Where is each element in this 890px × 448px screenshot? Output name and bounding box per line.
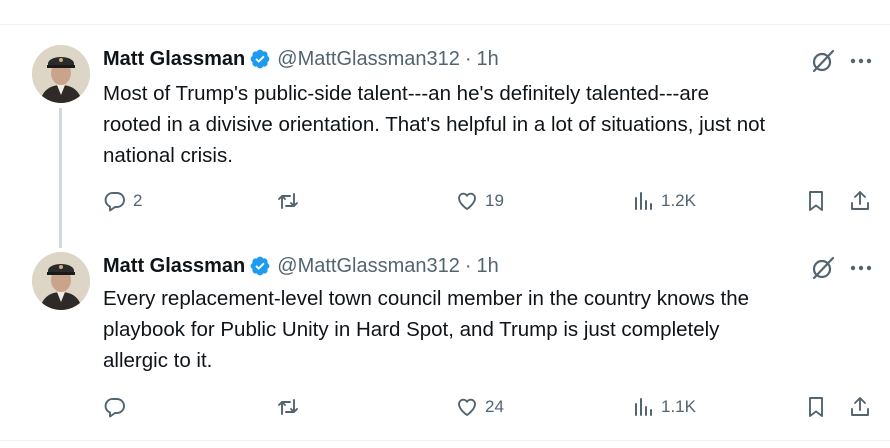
views-count: 1.2K	[661, 191, 696, 210]
verified-badge-icon	[250, 256, 270, 276]
share-button[interactable]	[848, 392, 872, 422]
views-button[interactable]: 1.2K	[631, 186, 696, 216]
bookmark-icon	[809, 191, 823, 211]
bottom-divider	[0, 440, 890, 441]
more-icon[interactable]	[848, 48, 874, 74]
author-name[interactable]: Matt Glassman	[103, 48, 245, 71]
retweet-button[interactable]	[276, 186, 306, 216]
avatar[interactable]	[32, 252, 90, 310]
like-count: 24	[485, 397, 504, 416]
timestamp[interactable]: 1h	[477, 255, 499, 278]
verified-badge-icon	[250, 49, 270, 69]
bookmark-button[interactable]	[804, 392, 828, 422]
separator-dot: ·	[464, 47, 472, 70]
more-icon[interactable]	[848, 255, 874, 281]
reply-icon	[104, 192, 125, 212]
retweet-icon	[278, 193, 298, 209]
views-icon	[635, 192, 652, 210]
reply-icon	[104, 398, 125, 418]
author-handle[interactable]: @MattGlassman312	[277, 48, 460, 71]
share-icon	[851, 397, 869, 416]
tweet-header: Matt Glassman @MattGlassman312 · 1h	[103, 252, 499, 280]
share-icon	[851, 191, 869, 210]
views-icon	[635, 398, 652, 416]
bookmark-icon	[809, 397, 823, 417]
separator-dot: ·	[464, 254, 472, 277]
author-name[interactable]: Matt Glassman	[103, 255, 245, 278]
tweet-actions: 2 19 1.2K	[0, 186, 890, 216]
author-handle[interactable]: @MattGlassman312	[277, 255, 460, 278]
heart-icon	[458, 398, 476, 416]
tweet[interactable]: Matt Glassman @MattGlassman312 · 1h Most…	[0, 25, 890, 248]
reply-button[interactable]: 2	[103, 186, 142, 216]
avatar[interactable]	[32, 45, 90, 103]
tweet[interactable]: Matt Glassman @MattGlassman312 · 1h Ever…	[0, 245, 890, 440]
like-button[interactable]: 24	[455, 392, 504, 422]
share-button[interactable]	[848, 186, 872, 216]
like-button[interactable]: 19	[455, 186, 504, 216]
retweet-icon	[278, 399, 298, 415]
views-count: 1.1K	[661, 397, 696, 416]
thread-line	[59, 108, 62, 248]
like-count: 19	[485, 191, 504, 210]
tweet-text: Every replacement-level town council mem…	[103, 287, 750, 372]
grok-icon[interactable]	[810, 255, 836, 281]
heart-icon	[458, 192, 476, 210]
tweet-header: Matt Glassman @MattGlassman312 · 1h	[103, 45, 499, 73]
retweet-button[interactable]	[276, 392, 306, 422]
tweet-text: Most of Trump's public-side talent---an …	[103, 82, 766, 167]
grok-icon[interactable]	[810, 48, 836, 74]
tweet-actions: 24 1.1K	[0, 392, 890, 422]
bookmark-button[interactable]	[804, 186, 828, 216]
views-button[interactable]: 1.1K	[631, 392, 696, 422]
timestamp[interactable]: 1h	[477, 48, 499, 71]
reply-count: 2	[133, 191, 143, 210]
reply-button[interactable]	[103, 392, 133, 422]
